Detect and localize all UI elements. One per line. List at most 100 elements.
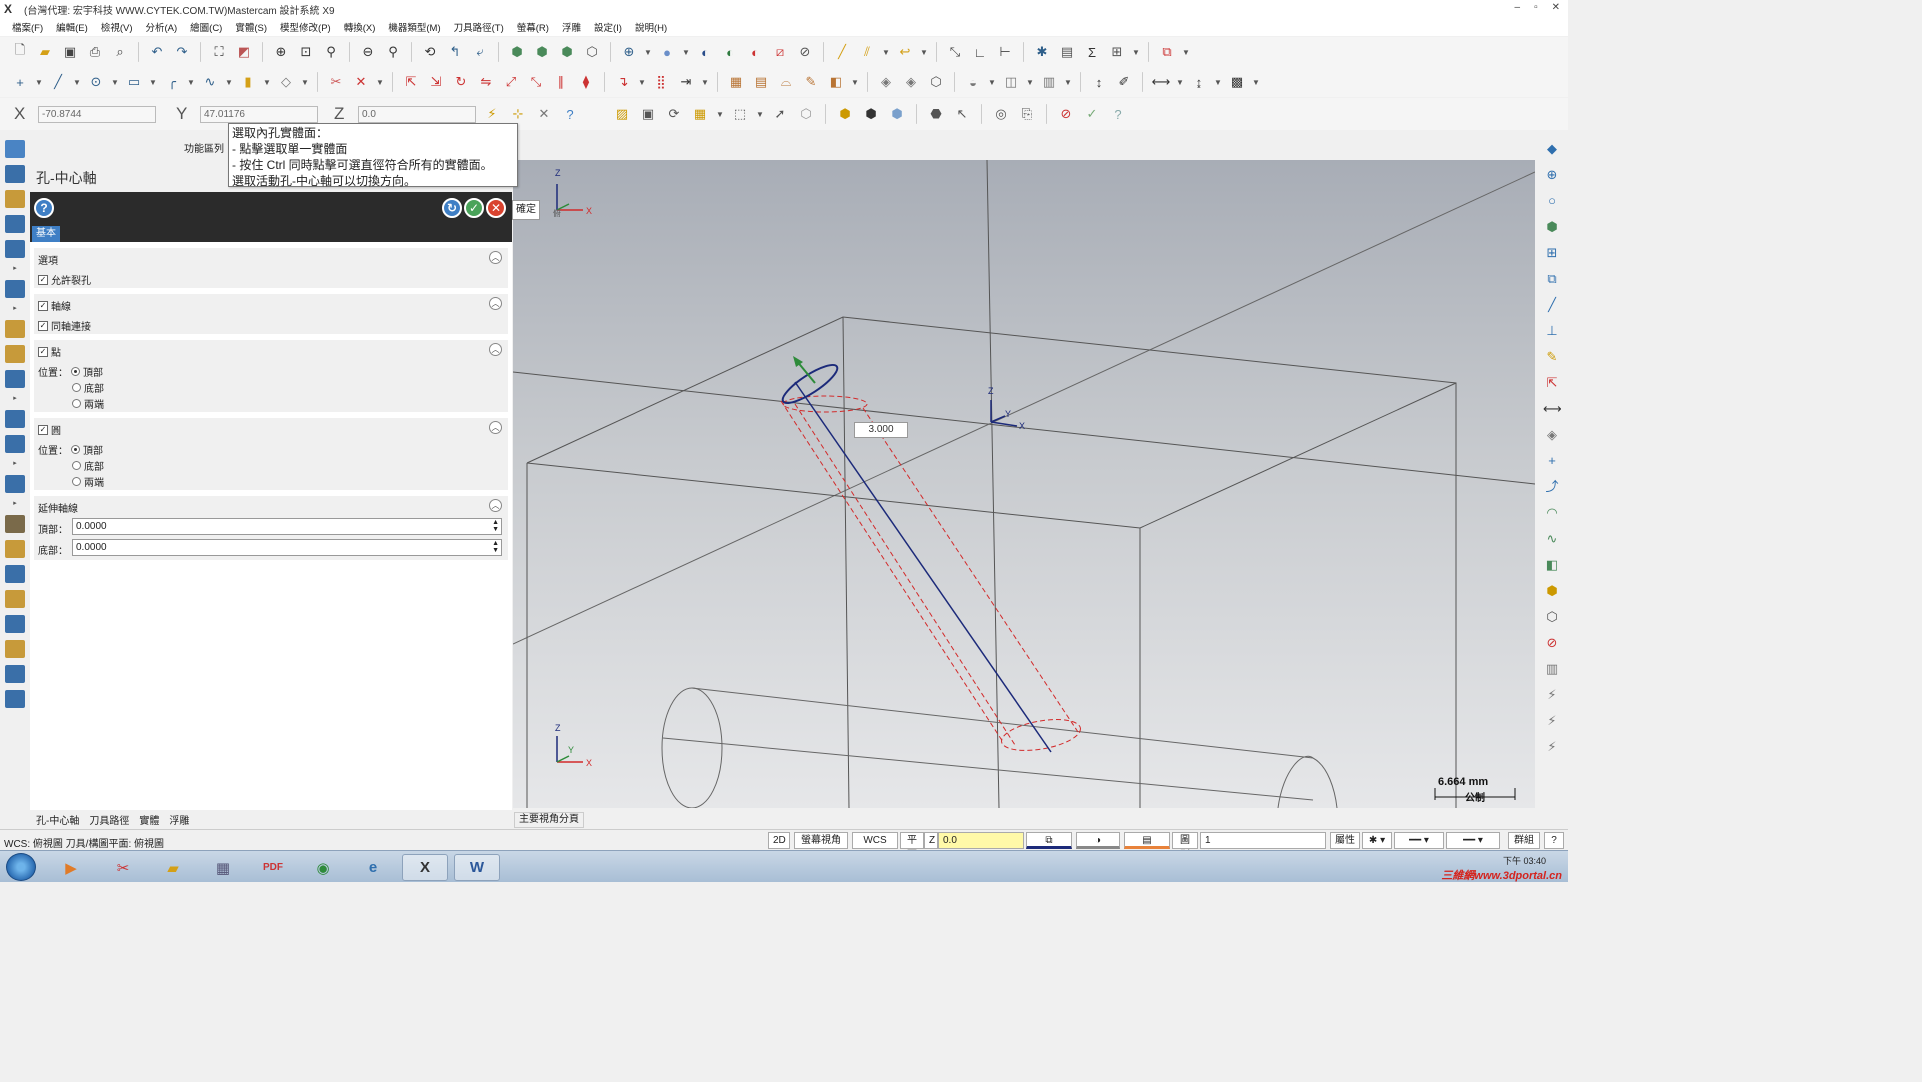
solid-layout-icon[interactable] — [5, 475, 25, 493]
fillet-icon[interactable]: ╭ — [162, 72, 182, 92]
reverse-select-icon[interactable]: ↖ — [952, 104, 972, 124]
chevron-down-icon[interactable]: ▼ — [1176, 72, 1184, 92]
tab-solids[interactable]: 實體 — [139, 812, 159, 827]
menu-help[interactable]: 說明(H) — [635, 20, 667, 34]
view-manager-icon[interactable]: ◆ — [1543, 140, 1561, 158]
allow-split-checkbox[interactable]: ✓ — [38, 274, 48, 285]
zoom-out-icon[interactable]: ⚲ — [383, 42, 403, 62]
surface-icon[interactable]: ◇ — [276, 72, 296, 92]
fill-color-button[interactable]: ◑ — [1076, 832, 1120, 849]
spinner-icon[interactable]: ▲ ▼ — [492, 540, 499, 554]
solid-shell-icon[interactable] — [5, 345, 25, 363]
stock-model-icon[interactable]: ⬡ — [926, 72, 946, 92]
solid-draft-icon[interactable] — [5, 370, 25, 388]
pointer-icon[interactable]: ➚ — [770, 104, 790, 124]
collapse-icon[interactable]: ︿ — [489, 297, 502, 310]
zoom-target-icon[interactable]: ⊡ — [296, 42, 316, 62]
post-tool-icon[interactable]: ⚡ — [1543, 738, 1561, 756]
menu-view[interactable]: 檢視(V) — [101, 20, 133, 34]
color-button[interactable]: ⧉ — [1026, 832, 1072, 849]
chevron-down-icon[interactable]: ▼ — [1182, 42, 1190, 62]
solid-chamfer-icon[interactable] — [5, 320, 25, 338]
new-file-icon[interactable]: 🗋 — [10, 42, 30, 62]
solid-edge-icon[interactable]: ⬢ — [887, 104, 907, 124]
attributes-button[interactable]: 屬性 — [1330, 832, 1360, 849]
chevron-down-icon[interactable]: ▼ — [376, 72, 384, 92]
solid-color-icon[interactable] — [5, 590, 25, 608]
internet-explorer-icon[interactable]: e — [350, 854, 396, 881]
solid-extrude-icon[interactable] — [5, 140, 25, 158]
z-depth-input[interactable]: 0.0 — [938, 832, 1024, 849]
circle-bottom-radio[interactable] — [72, 461, 81, 470]
hatch-icon[interactable]: ▩ — [1227, 72, 1247, 92]
solid-selection-icon[interactable]: ⬣ — [926, 104, 946, 124]
menu-edit[interactable]: 編輯(E) — [56, 20, 88, 34]
chevron-down-icon[interactable]: ▼ — [682, 42, 690, 62]
menu-toolpaths[interactable]: 刀具路徑(T) — [454, 20, 504, 34]
window-select-icon[interactable]: ⬚ — [730, 104, 750, 124]
solid-sweep-icon[interactable] — [5, 190, 25, 208]
point-tool-icon[interactable]: + — [1543, 452, 1561, 470]
help-circle-icon[interactable]: ? — [1108, 104, 1128, 124]
solid-find-features-icon[interactable] — [5, 640, 25, 658]
print-icon[interactable]: ⎙ — [85, 42, 105, 62]
collapse-icon[interactable]: ︿ — [489, 421, 502, 434]
extend-bottom-input[interactable]: 0.0000 ▲ ▼ — [72, 539, 502, 556]
scale-icon[interactable]: ⤢ — [501, 72, 521, 92]
surface-red-cut-icon[interactable]: ⧄ — [770, 42, 790, 62]
box-tool-icon[interactable]: ⬢ — [1543, 582, 1561, 600]
chevron-down-icon[interactable]: ▼ — [1026, 72, 1034, 92]
point-both-radio[interactable] — [72, 399, 81, 408]
chevron-down-icon[interactable]: ▼ — [187, 72, 195, 92]
surface-tool-icon[interactable]: ◈ — [1543, 426, 1561, 444]
x-coordinate-input[interactable] — [38, 105, 156, 123]
plane-button[interactable]: 平面 — [900, 832, 924, 861]
redo-icon[interactable]: ↷ — [172, 42, 192, 62]
offset-icon[interactable]: ∥ — [551, 72, 571, 92]
menu-solids[interactable]: 實體(S) — [235, 20, 267, 34]
chevron-down-icon[interactable]: ▼ — [920, 42, 928, 62]
level-select[interactable]: 1 — [1200, 832, 1326, 849]
project-icon[interactable]: ⧫ — [576, 72, 596, 92]
solid-loft-icon[interactable] — [5, 215, 25, 233]
right-view-icon[interactable]: ⬢ — [557, 42, 577, 62]
tab-art[interactable]: 浮雕 — [169, 812, 189, 827]
media-player-icon[interactable]: ▶ — [48, 854, 94, 881]
undo-icon[interactable]: ↶ — [147, 42, 167, 62]
open-file-icon[interactable]: ▰ — [35, 42, 55, 62]
multiaxis-icon[interactable]: ◒ — [963, 72, 983, 92]
chevron-right-icon[interactable]: ▸ — [11, 460, 19, 468]
solid-revolve-icon[interactable] — [5, 165, 25, 183]
collapse-icon[interactable]: ︿ — [489, 251, 502, 264]
menu-settings[interactable]: 設定(I) — [594, 20, 622, 34]
chevron-down-icon[interactable]: ▼ — [111, 72, 119, 92]
close-button[interactable]: ✕ — [1552, 2, 1560, 13]
previous-view-icon[interactable]: ↰ — [445, 42, 465, 62]
chevron-down-icon[interactable]: ▼ — [1132, 42, 1140, 62]
chevron-right-icon[interactable]: ▸ — [11, 395, 19, 403]
circle-checkbox[interactable]: ✓ — [38, 424, 48, 435]
save-icon[interactable]: ▣ — [60, 42, 80, 62]
chevron-down-icon[interactable]: ▼ — [701, 72, 709, 92]
zoom-window-icon[interactable]: ⊕ — [271, 42, 291, 62]
spline-tool-icon[interactable]: ∿ — [1543, 530, 1561, 548]
menu-machine-type[interactable]: 機器類型(M) — [388, 20, 440, 34]
print-preview-icon[interactable]: ⌕ — [110, 42, 130, 62]
group-button[interactable]: 群組 — [1508, 832, 1540, 849]
rectangular-array-icon[interactable]: ⣿ — [651, 72, 671, 92]
solid-fillet-icon[interactable] — [5, 280, 25, 298]
chevron-down-icon[interactable]: ▼ — [1252, 72, 1260, 92]
solid-remove-faces-icon[interactable] — [5, 540, 25, 558]
point-bottom-radio[interactable] — [72, 383, 81, 392]
line-width-select[interactable]: ━━ ▾ — [1446, 832, 1500, 849]
restore-button[interactable]: ▫ — [1534, 2, 1538, 13]
chevron-right-icon[interactable]: ▸ — [11, 265, 19, 273]
facing-icon[interactable]: ▦ — [726, 72, 746, 92]
mastercam-taskbar-icon[interactable]: X — [402, 854, 448, 881]
chevron-down-icon[interactable]: ▼ — [851, 72, 859, 92]
solid-face-icon[interactable]: ⬢ — [861, 104, 881, 124]
chevron-right-icon[interactable]: ▸ — [11, 305, 19, 313]
repaint-icon[interactable]: ◩ — [234, 42, 254, 62]
extend-top-input[interactable]: 0.0000 ▲ ▼ — [72, 518, 502, 535]
solid-body-icon[interactable]: ⬢ — [835, 104, 855, 124]
